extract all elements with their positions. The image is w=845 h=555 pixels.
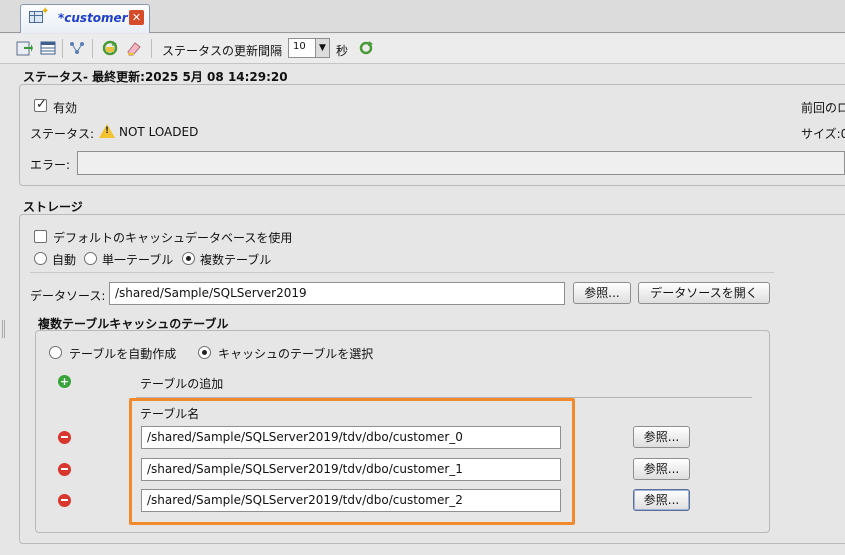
tab-customer[interactable]: ✦ *customer ✕ (20, 4, 150, 33)
add-table-label: テーブルの追加 (140, 377, 224, 391)
refresh-interval-select[interactable]: 10 ▼ (288, 38, 330, 58)
status-value: NOT LOADED (119, 125, 199, 139)
remove-table-icon[interactable] (58, 431, 71, 444)
dependency-tree-icon[interactable] (68, 39, 86, 57)
splitter-grip[interactable] (2, 320, 5, 338)
storage-mode-label: 自動 (52, 253, 77, 267)
remove-table-icon[interactable] (58, 494, 71, 507)
use-default-db-checkbox[interactable] (34, 230, 47, 243)
refresh-unit-label: 秒 (336, 44, 349, 58)
refresh-interval-label: ステータスの更新間隔 (162, 44, 283, 58)
datasource-field[interactable]: /shared/Sample/SQLServer2019 (109, 282, 565, 305)
table-browse-button[interactable]: 参照... (633, 426, 690, 448)
open-datasource-button[interactable]: データソースを開く (638, 282, 770, 304)
clear-cache-icon[interactable] (125, 39, 143, 57)
enabled-checkbox[interactable] (34, 97, 47, 112)
size-label: サイズ:0 (801, 127, 845, 141)
close-tab-icon[interactable]: ✕ (129, 10, 144, 25)
auto-create-table-label: テーブルを自動作成 (69, 347, 177, 361)
tab-title: *customer (58, 11, 128, 25)
refresh-cache-icon[interactable] (101, 39, 119, 57)
storage-mode-label: 単一テーブル (102, 253, 174, 267)
refresh-interval-value: 10 (293, 41, 306, 52)
remove-table-icon[interactable] (58, 463, 71, 476)
add-table-icon[interactable]: + (58, 375, 71, 388)
error-label: エラー: (30, 158, 71, 172)
auto-create-table-radio[interactable] (49, 346, 62, 359)
save-icon[interactable] (15, 39, 33, 57)
divider (30, 272, 774, 273)
last-load-label: 前回のロ (801, 101, 845, 115)
enabled-label: 有効 (53, 101, 78, 115)
table-browse-button[interactable]: 参照... (633, 489, 690, 511)
datasource-browse-button[interactable]: 参照... (573, 282, 631, 304)
select-cache-table-radio[interactable] (198, 346, 211, 359)
warning-icon: ! (99, 124, 115, 138)
storage-mode-single-radio[interactable] (84, 252, 97, 265)
table-view-icon[interactable] (39, 39, 57, 57)
status-section-title: ステータス- 最終更新:2025 5月 08 14:29:20 (23, 70, 288, 84)
refresh-icon[interactable] (357, 39, 375, 57)
chevron-down-icon[interactable]: ▼ (315, 39, 329, 57)
use-default-db-label: デフォルトのキャッシュデータベースを使用 (53, 231, 293, 245)
toolbar-separator (151, 39, 152, 58)
datasource-label: データソース: (30, 289, 106, 303)
error-field[interactable] (77, 151, 845, 175)
select-cache-table-label: キャッシュのテーブルを選択 (218, 347, 374, 361)
table-browse-button[interactable]: 参照... (633, 458, 690, 480)
toolbar-separator (92, 39, 93, 58)
storage-mode-auto-radio[interactable] (34, 252, 47, 265)
storage-mode-label: 複数テーブル (200, 253, 272, 267)
highlight-box (129, 398, 575, 525)
storage-mode-multiple-radio[interactable] (182, 252, 195, 265)
storage-section-title: ストレージ (23, 200, 83, 214)
toolbar-separator (62, 39, 63, 58)
modified-spark-icon: ✦ (41, 6, 50, 17)
status-label: ステータス: (30, 127, 95, 141)
toolbar: ステータスの更新間隔 10 ▼ 秒 (0, 34, 845, 64)
